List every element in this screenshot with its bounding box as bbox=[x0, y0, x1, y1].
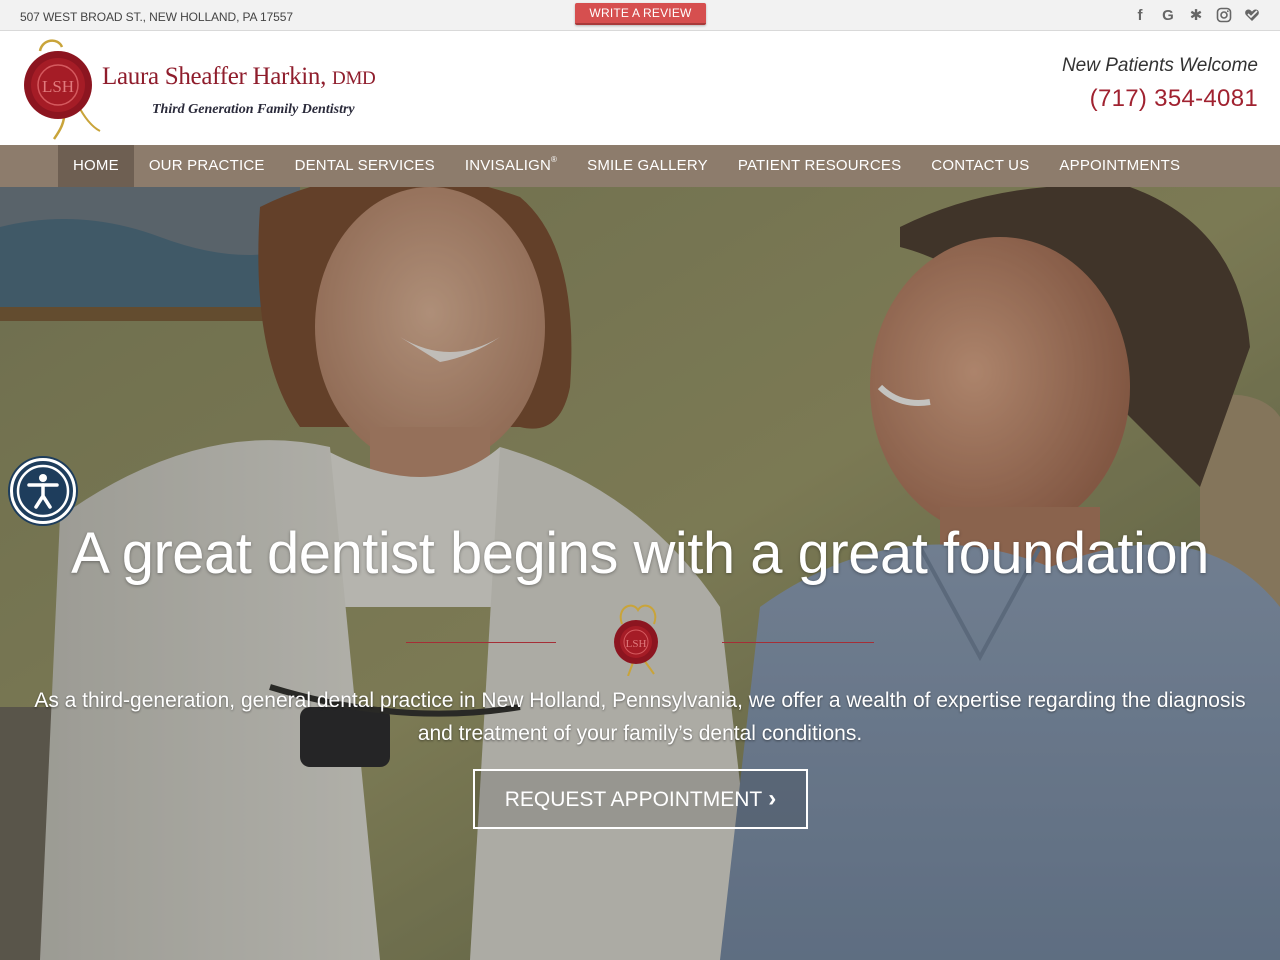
seal-monogram: LSH bbox=[42, 77, 74, 96]
divider-seal-monogram: LSH bbox=[626, 638, 647, 650]
google-icon[interactable]: G bbox=[1160, 7, 1176, 24]
nav-our-practice[interactable]: OUR PRACTICE bbox=[134, 145, 280, 187]
practice-suffix: DMD bbox=[332, 68, 376, 89]
new-patients-welcome: New Patients Welcome bbox=[1061, 55, 1258, 76]
wax-seal-logo-icon[interactable]: LSH bbox=[20, 37, 106, 141]
write-review-button[interactable]: WRITE A REVIEW bbox=[575, 3, 706, 25]
chevron-right-icon: › bbox=[768, 785, 777, 812]
accessibility-icon[interactable] bbox=[10, 458, 76, 524]
phone-number-link[interactable]: (717) 354-4081 bbox=[1090, 85, 1258, 113]
healthgrades-icon[interactable] bbox=[1244, 7, 1260, 24]
registered-mark: ® bbox=[551, 155, 558, 164]
top-bar: 507 WEST BROAD ST., NEW HOLLAND, PA 1755… bbox=[0, 0, 1280, 31]
nav-invisalign[interactable]: INVISALIGN® bbox=[450, 145, 572, 187]
nav-invisalign-label: INVISALIGN bbox=[464, 157, 552, 174]
request-appointment-label: REQUEST APPOINTMENT bbox=[504, 788, 763, 811]
hero-section: A great dentist begins with a great foun… bbox=[0, 187, 1280, 960]
nav-contact-us[interactable]: CONTACT US bbox=[916, 145, 1044, 187]
nav-patient-resources[interactable]: PATIENT RESOURCES bbox=[723, 145, 916, 187]
divider-line-right bbox=[722, 642, 874, 643]
nav-dental-services[interactable]: DENTAL SERVICES bbox=[280, 145, 450, 187]
nav-appointments[interactable]: APPOINTMENTS bbox=[1044, 145, 1195, 187]
main-navigation: HOME OUR PRACTICE DENTAL SERVICES INVISA… bbox=[0, 145, 1280, 187]
request-appointment-button[interactable]: REQUEST APPOINTMENT › bbox=[473, 769, 808, 829]
practice-tagline: Third Generation Family Dentistry bbox=[152, 102, 355, 117]
hero-description: As a third-generation, general dental pr… bbox=[34, 689, 1246, 745]
nav-smile-gallery[interactable]: SMILE GALLERY bbox=[572, 145, 723, 187]
wax-seal-divider-icon: LSH bbox=[604, 602, 674, 677]
instagram-icon[interactable] bbox=[1216, 7, 1232, 24]
site-header: LSH Laura Sheaffer Harkin, DMD Third Gen… bbox=[0, 31, 1280, 145]
nav-home[interactable]: HOME bbox=[58, 145, 134, 187]
facebook-icon[interactable]: f bbox=[1132, 7, 1148, 24]
address-text: 507 WEST BROAD ST., NEW HOLLAND, PA 1755… bbox=[20, 10, 293, 24]
practice-name[interactable]: Laura Sheaffer Harkin, DMD bbox=[102, 63, 376, 91]
social-links: f G ✱ bbox=[1132, 7, 1260, 24]
practice-name-text: Laura Sheaffer Harkin, bbox=[102, 63, 327, 90]
divider-line-left bbox=[406, 642, 556, 643]
hero-headline: A great dentist begins with a great foun… bbox=[71, 521, 1209, 586]
yelp-icon[interactable]: ✱ bbox=[1188, 7, 1204, 24]
